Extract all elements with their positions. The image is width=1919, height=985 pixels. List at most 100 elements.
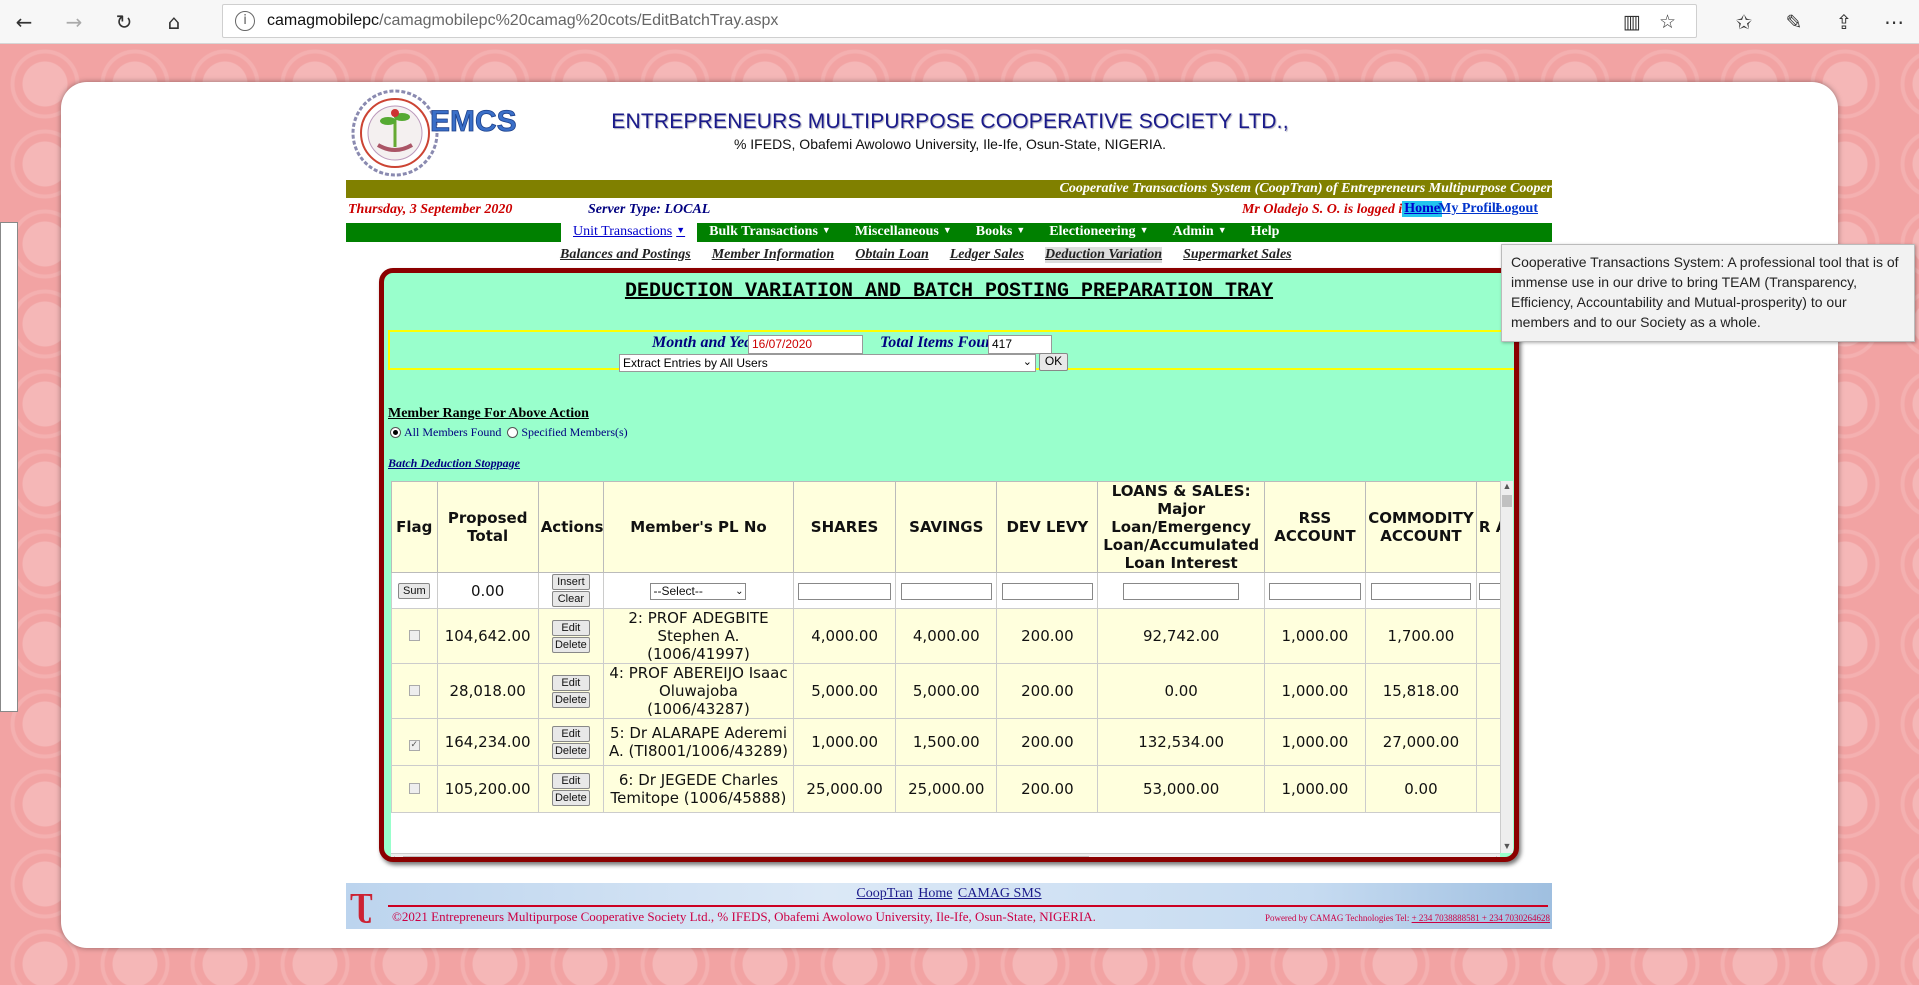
edit-button[interactable]: Edit <box>551 619 590 636</box>
phone-link[interactable]: + 234 7038888581 + 234 7030264628 <box>1412 913 1550 923</box>
r-account-input[interactable] <box>1478 582 1500 600</box>
submenu-balances-postings[interactable]: Balances and Postings <box>560 247 691 263</box>
shares-value: 25,000.00 <box>792 765 897 813</box>
rss-input[interactable] <box>1269 582 1361 600</box>
back-icon[interactable]: ← <box>8 6 40 38</box>
favorites-list-icon[interactable]: ✩ <box>1728 6 1760 38</box>
shares-input[interactable] <box>798 582 891 600</box>
home-link[interactable]: Home <box>1402 201 1442 217</box>
logo-text: EMCS <box>430 105 517 138</box>
commodity-input[interactable] <box>1370 582 1472 600</box>
menu-books[interactable]: Books ▼ <box>964 223 1038 242</box>
flag-checkbox-checked[interactable]: ✓ <box>408 740 420 751</box>
chevron-down-icon: ▼ <box>1139 225 1149 235</box>
dev-levy-value: 200.00 <box>996 608 1099 664</box>
footer-home-link[interactable]: Home <box>918 886 952 901</box>
dev-levy-input[interactable] <box>1001 582 1094 600</box>
shares-value: 5,000.00 <box>792 663 897 719</box>
extract-entries-select[interactable]: Extract Entries by All Users ⌄ <box>619 354 1036 372</box>
chevron-down-icon: ⌄ <box>735 586 744 597</box>
delete-button[interactable]: Delete <box>551 636 590 653</box>
banner-bar: Cooperative Transactions System (CoopTra… <box>346 180 1552 198</box>
flag-checkbox[interactable] <box>408 685 420 696</box>
batch-deduction-stoppage-link[interactable]: Batch Deduction Stoppage <box>388 456 520 471</box>
horizontal-scrollbar[interactable]: ‹ › <box>391 852 1500 857</box>
member-pl-no: 6: Dr JEGEDE Charles Temitope (1006/4588… <box>603 765 794 813</box>
menu-help[interactable]: Help <box>1239 223 1292 242</box>
site-info-icon[interactable]: i <box>235 11 255 31</box>
address-bar[interactable]: i camagmobilepc/camagmobilepc%20camag%20… <box>222 4 1697 38</box>
share-icon[interactable]: ⇪ <box>1828 6 1860 38</box>
proposed-total: 105,200.00 <box>436 765 539 813</box>
scroll-thumb[interactable] <box>403 856 1089 857</box>
flag-checkbox[interactable] <box>408 630 420 641</box>
edit-button[interactable]: Edit <box>551 772 590 789</box>
chevron-down-icon: ▼ <box>942 225 952 235</box>
site-subtitle: % IFEDS, Obafemi Awolowo University, Ile… <box>733 136 1167 152</box>
clear-button[interactable]: Clear <box>551 591 590 607</box>
submenu-member-information[interactable]: Member Information <box>712 247 835 263</box>
delete-button[interactable]: Delete <box>551 789 590 806</box>
rss-value: 1,000.00 <box>1263 718 1366 766</box>
submenu-obtain-loan[interactable]: Obtain Loan <box>855 247 929 263</box>
scroll-down-icon[interactable]: ▼ <box>1501 841 1513 853</box>
banner-text: Cooperative Transactions System (CoopTra… <box>1059 181 1552 196</box>
deduction-tray: DEDUCTION VARIATION AND BATCH POSTING PR… <box>379 268 1519 862</box>
logout-link[interactable]: Logout <box>1495 201 1538 217</box>
flag-checkbox[interactable] <box>408 783 420 794</box>
insert-button[interactable]: Insert <box>551 574 590 590</box>
divider <box>388 905 1548 907</box>
my-profile-link[interactable]: My Profile <box>1438 201 1502 217</box>
sum-button[interactable]: Sum <box>398 582 431 599</box>
refresh-icon[interactable]: ↻ <box>108 6 140 38</box>
delete-button[interactable]: Delete <box>551 691 590 708</box>
main-menu-bar: Unit Transactions ▼ Bulk Transactions ▼ Mi… <box>346 223 1552 242</box>
footer: Ʈ CoopTran Home CAMAG SMS ©2021 Entrepre… <box>346 883 1552 929</box>
vertical-scrollbar[interactable]: ▲ ▼ <box>1500 481 1513 853</box>
tray-title: DEDUCTION VARIATION AND BATCH POSTING PR… <box>624 280 1274 303</box>
submenu-ledger-sales[interactable]: Ledger Sales <box>950 247 1024 263</box>
delete-button[interactable]: Delete <box>551 742 590 759</box>
submenu-supermarket-sales[interactable]: Supermarket Sales <box>1183 247 1292 263</box>
current-date: Thursday, 3 September 2020 <box>348 202 513 217</box>
total-items-input[interactable]: 417 <box>988 335 1052 354</box>
home-icon[interactable]: ⌂ <box>158 6 190 38</box>
scroll-right-icon[interactable]: › <box>1495 852 1499 857</box>
emcs-logo: EMCS <box>350 87 540 179</box>
reading-view-icon[interactable]: ▥ <box>1623 11 1641 33</box>
member-pl-no: 4: PROF ABEREIJO Isaac Oluwajoba (1006/4… <box>603 663 794 719</box>
commodity-value: 1,700.00 <box>1364 608 1477 664</box>
savings-input[interactable] <box>900 582 992 600</box>
all-members-radio[interactable] <box>390 427 401 438</box>
edit-button[interactable]: Edit <box>551 674 590 691</box>
specified-members-radio[interactable] <box>507 427 519 438</box>
menu-admin[interactable]: Admin ▼ <box>1160 223 1238 242</box>
shares-value: 4,000.00 <box>792 608 897 664</box>
month-year-input[interactable]: 16/07/2020 <box>748 335 863 354</box>
menu-unit-transactions[interactable]: Unit Transactions ▼ <box>561 223 698 242</box>
scroll-thumb[interactable] <box>1502 495 1512 507</box>
footer-cooptran-link[interactable]: CoopTran <box>856 886 912 901</box>
savings-value: 1,500.00 <box>895 718 998 766</box>
submenu-deduction-variation[interactable]: Deduction Variation <box>1045 247 1163 263</box>
menu-bulk-transactions[interactable]: Bulk Transactions ▼ <box>697 223 843 242</box>
pen-icon[interactable]: ✎ <box>1778 6 1810 38</box>
side-panel-edge <box>0 222 18 712</box>
menu-miscellaneous[interactable]: Miscellaneous ▼ <box>843 223 964 242</box>
scroll-up-icon[interactable]: ▲ <box>1501 481 1513 493</box>
more-icon[interactable]: ⋯ <box>1878 6 1910 38</box>
loans-value: 0.00 <box>1097 663 1265 719</box>
dev-levy-value: 200.00 <box>996 765 1099 813</box>
table-row: 104,642.00 Edit Delete 2: PROF ADEGBITE S… <box>391 608 1500 664</box>
footer-sms-link[interactable]: CAMAG SMS <box>958 886 1042 901</box>
col-dev-levy: DEV LEVY <box>996 481 1099 573</box>
col-r-account: R AC <box>1475 481 1500 573</box>
scroll-left-icon[interactable]: ‹ <box>392 852 396 857</box>
favorite-star-icon[interactable]: ☆ <box>1659 11 1676 33</box>
edit-button[interactable]: Edit <box>551 725 590 742</box>
loans-input[interactable] <box>1123 582 1240 600</box>
ok-button[interactable]: OK <box>1039 353 1068 371</box>
forward-icon[interactable]: → <box>58 6 90 38</box>
menu-electioneering[interactable]: Electioneering ▼ <box>1037 223 1160 242</box>
member-select[interactable]: --Select-- ⌄ <box>650 583 747 600</box>
